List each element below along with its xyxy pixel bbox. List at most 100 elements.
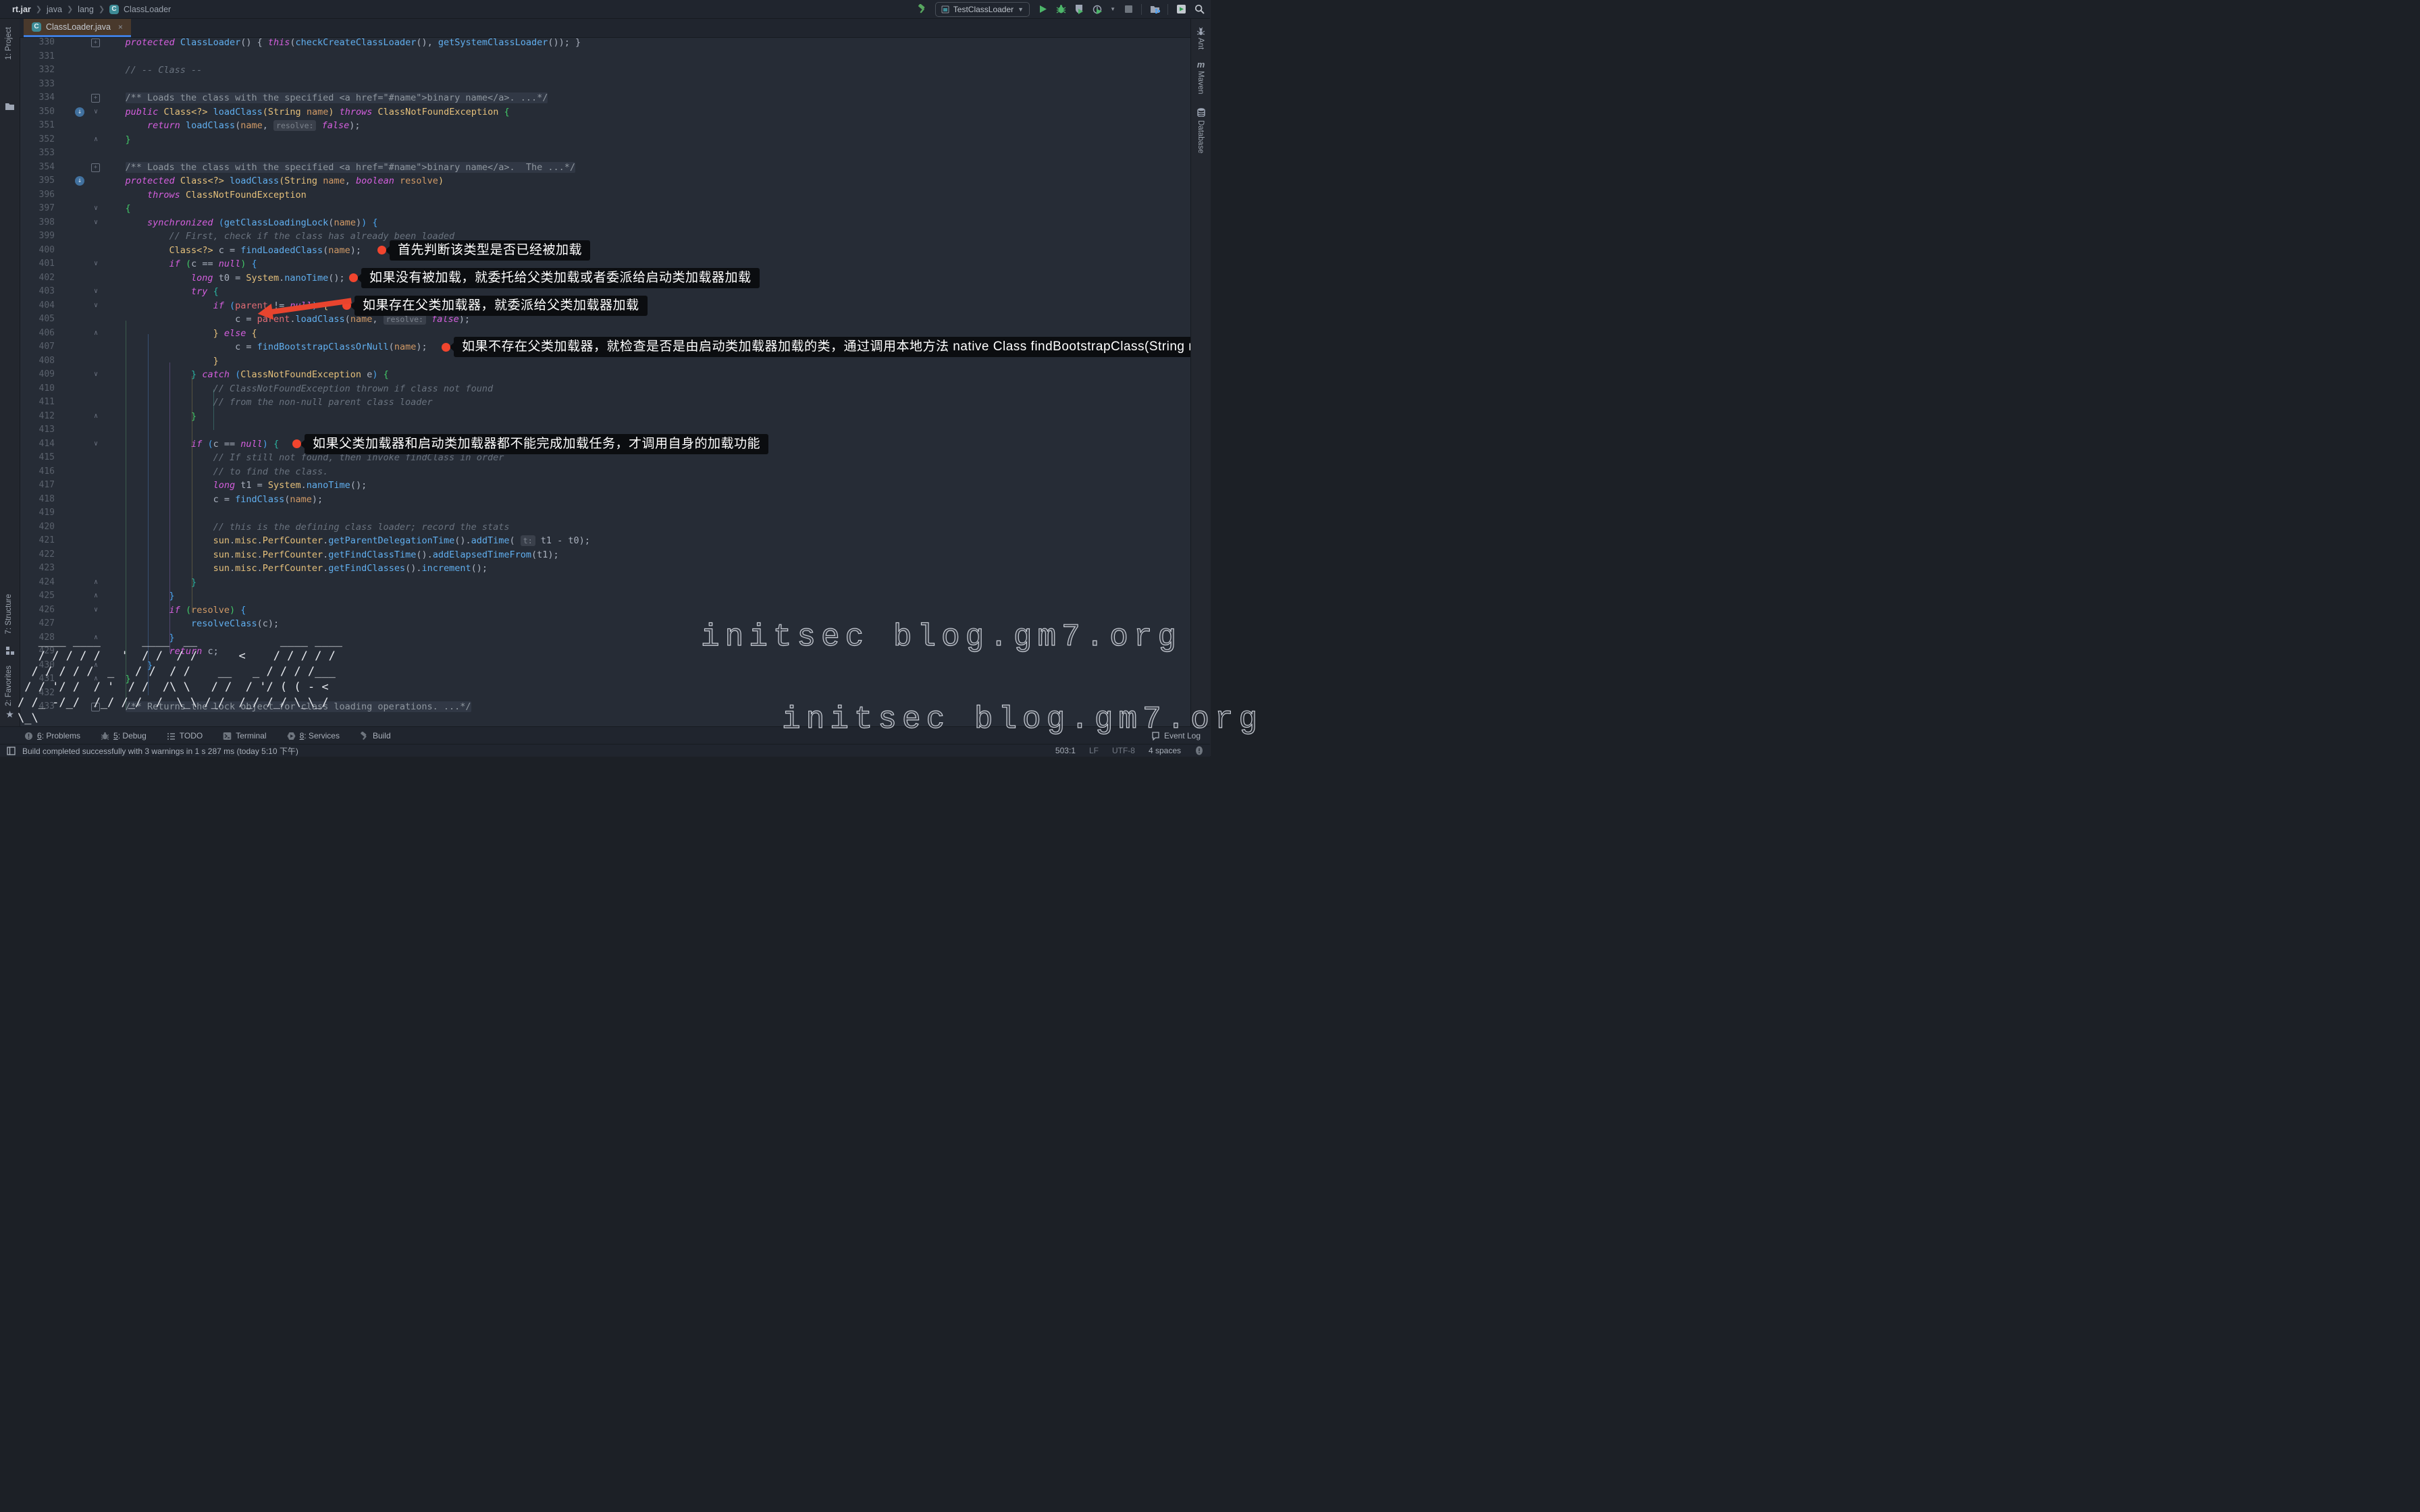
- line-number[interactable]: 400: [20, 244, 55, 258]
- line-number[interactable]: 421: [20, 534, 55, 548]
- lock-icon[interactable]: [1194, 747, 1203, 755]
- code-line-351[interactable]: 351 return loadClass(name, resolve: fals…: [20, 119, 1190, 133]
- event-log-button[interactable]: Event Log: [1151, 727, 1201, 745]
- line-number[interactable]: 395: [20, 174, 55, 188]
- line-number[interactable]: 405: [20, 313, 55, 327]
- line-number[interactable]: 422: [20, 548, 55, 562]
- code-line-398[interactable]: 398∨ synchronized (getClassLoadingLock(n…: [20, 216, 1190, 230]
- override-method-icon[interactable]: ↓: [75, 176, 84, 186]
- code-line-429[interactable]: 429 return c;: [20, 645, 1190, 659]
- fold-marker-icon[interactable]: +: [91, 38, 100, 47]
- toolwindow-button-build[interactable]: Build: [360, 731, 391, 740]
- fold-marker-icon[interactable]: +: [91, 163, 100, 172]
- code-line-333[interactable]: 333: [20, 78, 1190, 92]
- code-line-427[interactable]: 427 resolveClass(c);: [20, 617, 1190, 631]
- fold-marker-icon[interactable]: ∨: [91, 603, 101, 618]
- code-line-353[interactable]: 353: [20, 146, 1190, 161]
- code-line-334[interactable]: 334+ /** Loads the class with the specif…: [20, 91, 1190, 105]
- code-line-352[interactable]: 352∧ }: [20, 133, 1190, 147]
- toolwindow-button-debug[interactable]: 5: Debug: [101, 731, 147, 740]
- line-number[interactable]: 432: [20, 686, 55, 701]
- code-line-332[interactable]: 332 // -- Class --: [20, 63, 1190, 78]
- run-configuration-select[interactable]: TestClassLoader ▼: [935, 2, 1030, 17]
- fold-marker-icon[interactable]: ∧: [91, 631, 101, 645]
- code-line-395[interactable]: 395↓ protected Class<?> loadClass(String…: [20, 174, 1190, 188]
- line-number[interactable]: 415: [20, 451, 55, 465]
- code-editor[interactable]: 330+ protected ClassLoader() { this(chec…: [20, 37, 1190, 726]
- code-line-397[interactable]: 397∨ {: [20, 202, 1190, 216]
- toolwindow-button-terminal[interactable]: Terminal: [223, 731, 266, 740]
- line-number[interactable]: 420: [20, 520, 55, 535]
- line-number[interactable]: 353: [20, 146, 55, 161]
- code-line-426[interactable]: 426∨ if (resolve) {: [20, 603, 1190, 618]
- line-number[interactable]: 398: [20, 216, 55, 230]
- sidebar-item-project[interactable]: 1: Project: [5, 27, 13, 63]
- fold-marker-icon[interactable]: ∨: [91, 257, 101, 271]
- debug-button[interactable]: [1055, 4, 1066, 15]
- tab-classloader-java[interactable]: C ClassLoader.java ×: [24, 18, 131, 37]
- code-line-330[interactable]: 330+ protected ClassLoader() { this(chec…: [20, 37, 1190, 50]
- line-number[interactable]: 350: [20, 105, 55, 119]
- code-line-421[interactable]: 421 sun.misc.PerfCounter.getParentDelega…: [20, 534, 1190, 548]
- sidebar-item-maven[interactable]: Maven: [1196, 71, 1205, 98]
- sidebar-item-structure[interactable]: 7: Structure: [5, 594, 13, 637]
- line-number[interactable]: 433: [20, 700, 55, 714]
- code-line-331[interactable]: 331: [20, 50, 1190, 64]
- line-number[interactable]: 410: [20, 382, 55, 396]
- line-number[interactable]: 431: [20, 672, 55, 686]
- code-line-423[interactable]: 423 sun.misc.PerfCounter.getFindClasses(…: [20, 562, 1190, 576]
- status-message[interactable]: Build completed successfully with 3 warn…: [22, 745, 298, 757]
- code-line-410[interactable]: 410 // ClassNotFoundException thrown if …: [20, 382, 1190, 396]
- toolwindow-button-problems[interactable]: 6: Problems: [24, 731, 80, 740]
- line-number[interactable]: 331: [20, 50, 55, 64]
- code-line-433[interactable]: 433+ /** Returns the lock object for cla…: [20, 700, 1190, 714]
- fold-marker-icon[interactable]: ∨: [91, 216, 101, 230]
- toolwindow-button-todo[interactable]: TODO: [167, 731, 203, 740]
- line-number[interactable]: 332: [20, 63, 55, 78]
- line-number[interactable]: 402: [20, 271, 55, 286]
- code-line-425[interactable]: 425∧ }: [20, 589, 1190, 603]
- fold-marker-icon[interactable]: ∨: [91, 285, 101, 299]
- line-number[interactable]: 406: [20, 327, 55, 341]
- line-number[interactable]: 426: [20, 603, 55, 618]
- profiler-button[interactable]: [1092, 4, 1103, 15]
- code-line-418[interactable]: 418 c = findClass(name);: [20, 493, 1190, 507]
- line-number[interactable]: 429: [20, 645, 55, 659]
- fold-marker-icon[interactable]: ∧: [91, 672, 101, 686]
- line-number[interactable]: 401: [20, 257, 55, 271]
- code-line-422[interactable]: 422 sun.misc.PerfCounter.getFindClassTim…: [20, 548, 1190, 562]
- line-number[interactable]: 423: [20, 562, 55, 576]
- code-line-424[interactable]: 424∧ }: [20, 576, 1190, 590]
- sidebar-item-database[interactable]: Database: [1196, 120, 1205, 157]
- line-number[interactable]: 334: [20, 91, 55, 105]
- fold-marker-icon[interactable]: ∨: [91, 105, 101, 119]
- run-button[interactable]: [1037, 4, 1048, 15]
- line-number[interactable]: 425: [20, 589, 55, 603]
- fold-marker-icon[interactable]: ∧: [91, 133, 101, 147]
- fold-marker-icon[interactable]: ∧: [91, 576, 101, 590]
- code-line-431[interactable]: 431∧ }: [20, 672, 1190, 686]
- breadcrumb-java[interactable]: java: [47, 5, 62, 14]
- code-line-417[interactable]: 417 long t1 = System.nanoTime();: [20, 479, 1190, 493]
- line-ending-indicator[interactable]: LF: [1089, 746, 1099, 755]
- code-line-409[interactable]: 409∨ } catch (ClassNotFoundException e) …: [20, 368, 1190, 382]
- line-number[interactable]: 411: [20, 396, 55, 410]
- code-line-420[interactable]: 420 // this is the defining class loader…: [20, 520, 1190, 535]
- fold-marker-icon[interactable]: ∧: [91, 410, 101, 424]
- build-hammer-icon[interactable]: [917, 4, 928, 15]
- line-number[interactable]: 419: [20, 506, 55, 520]
- line-number[interactable]: 396: [20, 188, 55, 202]
- sidebar-item-favorites[interactable]: 2: Favorites: [5, 666, 13, 709]
- toolwindow-button-services[interactable]: 8: Services: [287, 731, 340, 740]
- fold-marker-icon[interactable]: ∧: [91, 589, 101, 603]
- line-number[interactable]: 397: [20, 202, 55, 216]
- line-number[interactable]: 352: [20, 133, 55, 147]
- line-number[interactable]: 427: [20, 617, 55, 631]
- line-number[interactable]: 413: [20, 423, 55, 437]
- code-line-411[interactable]: 411 // from the non-null parent class lo…: [20, 396, 1190, 410]
- line-number[interactable]: 417: [20, 479, 55, 493]
- encoding-indicator[interactable]: UTF-8: [1112, 746, 1135, 755]
- line-number[interactable]: 418: [20, 493, 55, 507]
- line-number[interactable]: 403: [20, 285, 55, 299]
- code-line-428[interactable]: 428∧ }: [20, 631, 1190, 645]
